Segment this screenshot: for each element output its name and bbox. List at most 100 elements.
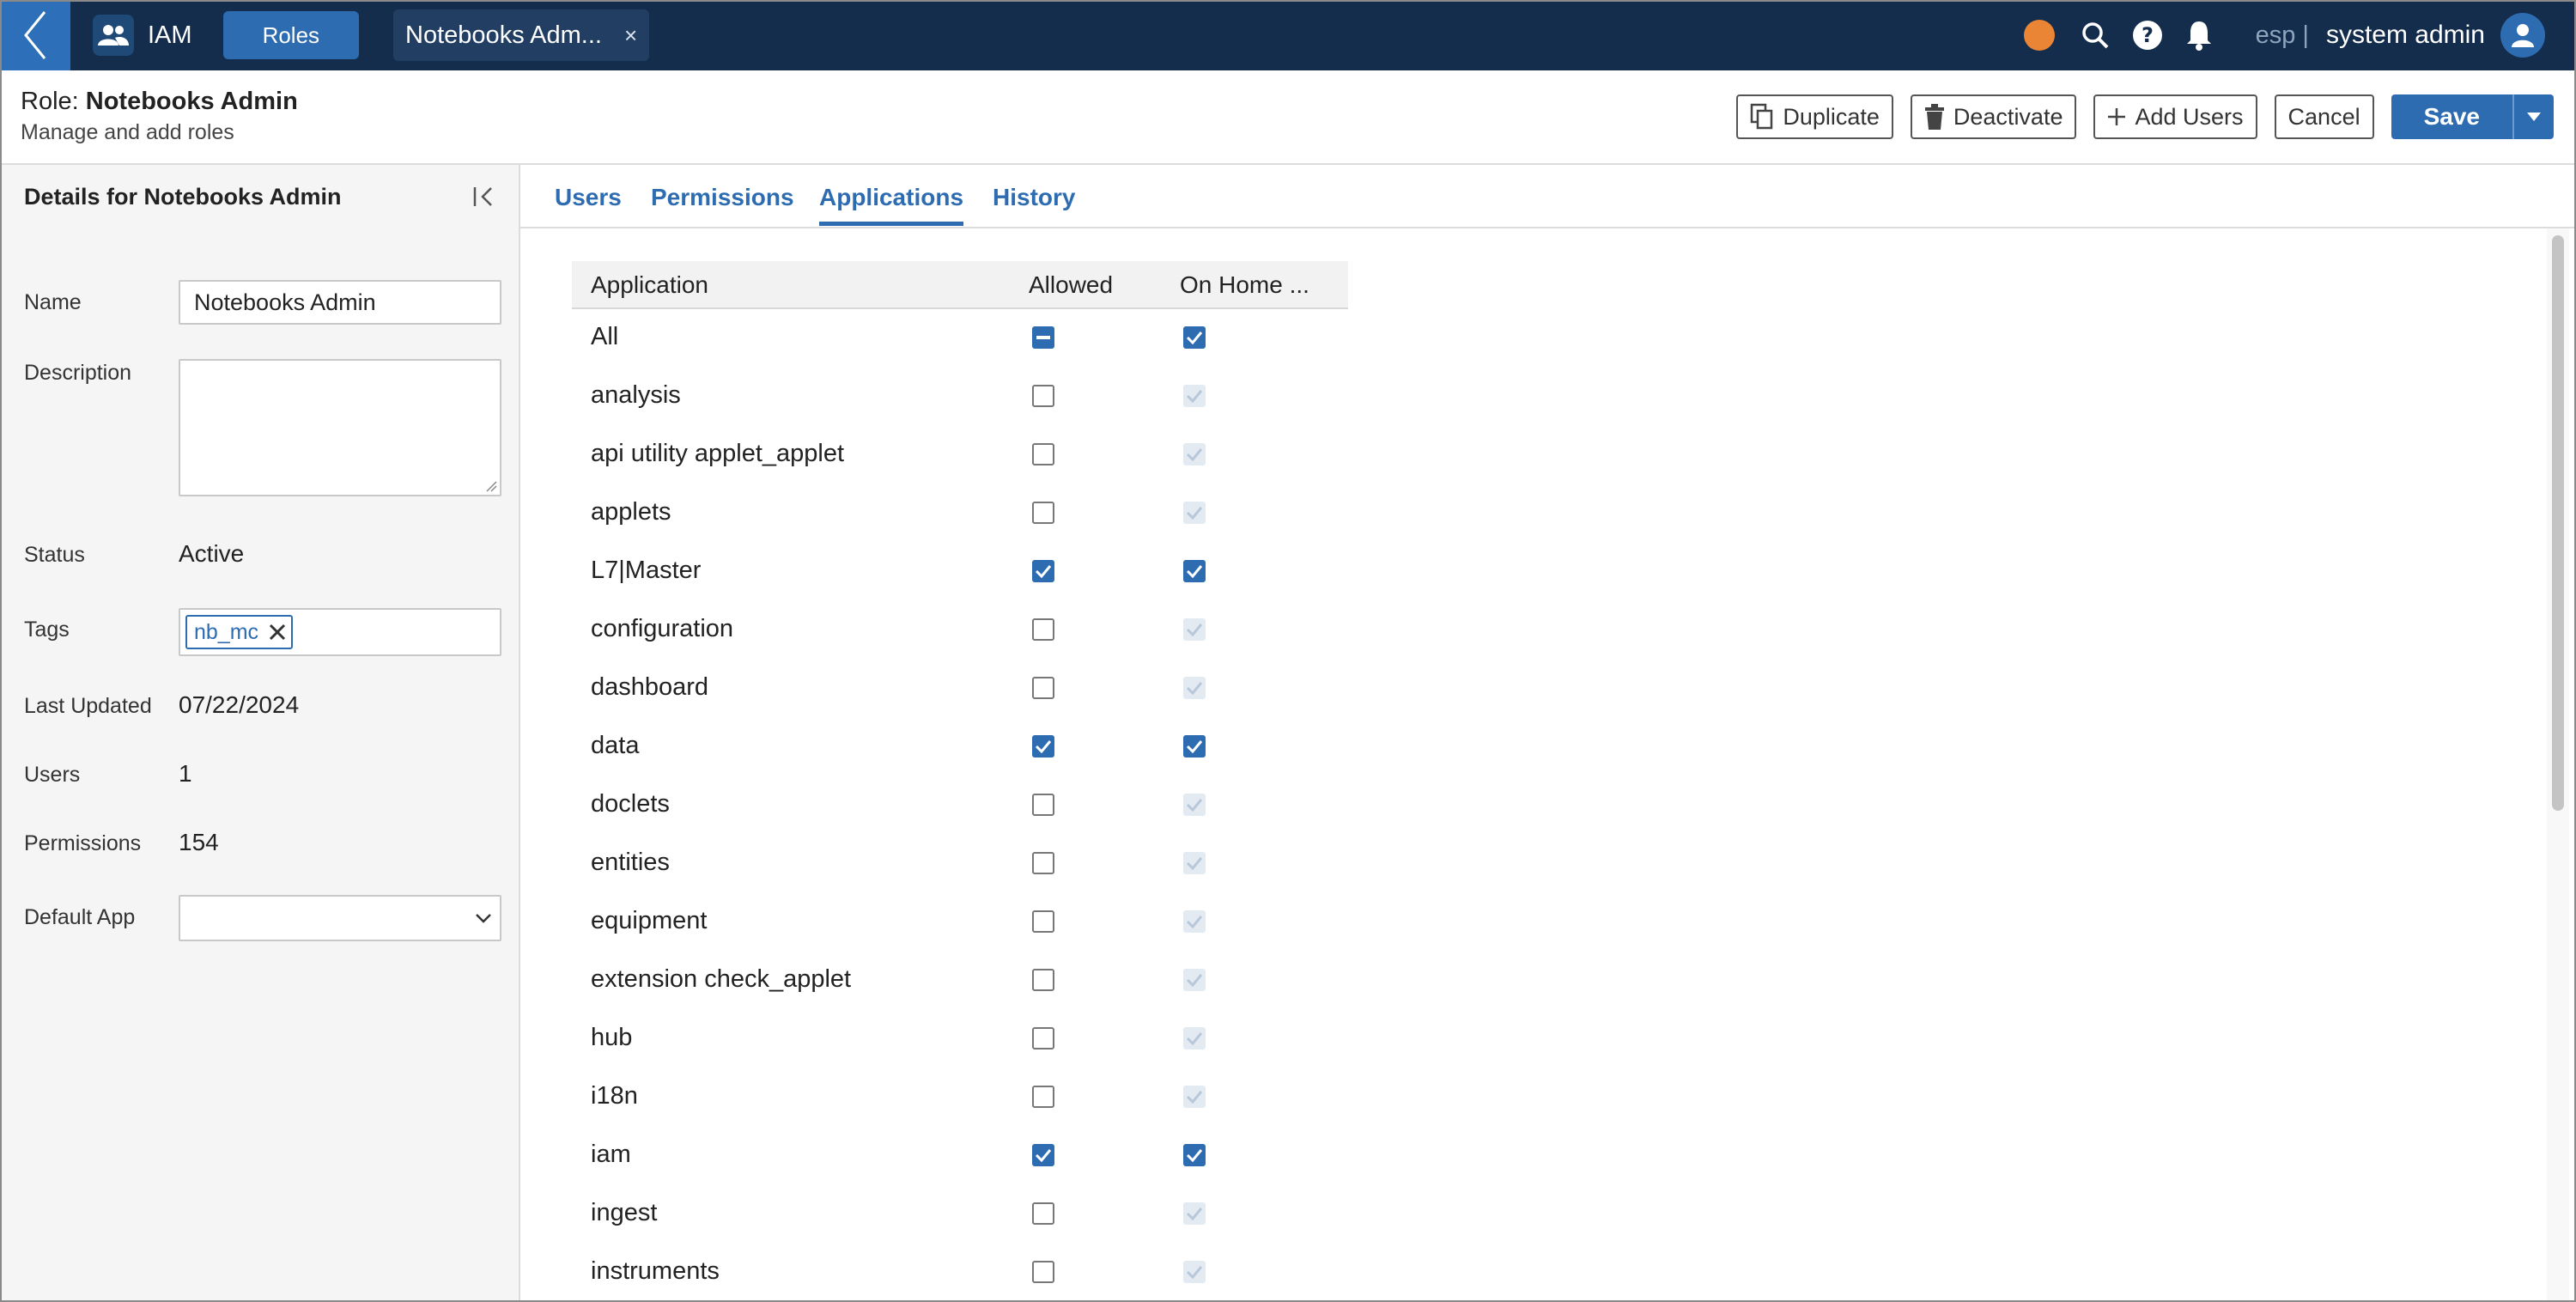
allowed-checkbox[interactable] — [1032, 969, 1054, 991]
avatar[interactable] — [2500, 13, 2545, 58]
application-name: api utility applet_applet — [591, 440, 845, 467]
description-label: Description — [24, 361, 132, 385]
application-name: L7|Master — [591, 557, 702, 584]
on-home-checkbox — [1183, 852, 1206, 874]
default-app-select[interactable] — [179, 895, 501, 941]
remove-tag-icon[interactable] — [269, 624, 286, 641]
tab-permissions[interactable]: Permissions — [651, 184, 794, 222]
application-name: applets — [591, 498, 671, 526]
allowed-checkbox[interactable] — [1032, 735, 1054, 757]
allowed-checkbox[interactable] — [1032, 618, 1054, 641]
chevron-down-icon — [476, 914, 491, 923]
tab-history[interactable]: History — [993, 184, 1075, 222]
top-nav-bar: IAM Roles Notebooks Adm... × ? esp | sys… — [0, 0, 2576, 70]
open-role-tab-label: Notebooks Adm... — [405, 21, 602, 49]
allowed-checkbox[interactable] — [1032, 1027, 1054, 1050]
deactivate-label: Deactivate — [1953, 103, 2063, 130]
table-row: analysis — [572, 366, 1348, 424]
users-count: 1 — [179, 760, 192, 787]
duplicate-button[interactable]: Duplicate — [1736, 94, 1893, 139]
cancel-button[interactable]: Cancel — [2274, 94, 2374, 139]
name-label: Name — [24, 290, 82, 314]
on-home-checkbox — [1183, 618, 1206, 641]
on-home-checkbox[interactable] — [1183, 560, 1206, 582]
table-row: i18n — [572, 1067, 1348, 1125]
deactivate-button[interactable]: Deactivate — [1910, 94, 2077, 139]
allowed-checkbox[interactable] — [1032, 1202, 1054, 1225]
status-indicator — [2023, 20, 2055, 51]
name-field[interactable]: Notebooks Admin — [179, 280, 501, 325]
table-row: extension check_applet — [572, 950, 1348, 1008]
on-home-checkbox[interactable] — [1183, 735, 1206, 757]
application-name: i18n — [591, 1082, 638, 1110]
allowed-checkbox[interactable] — [1032, 502, 1054, 524]
application-name: equipment — [591, 907, 708, 934]
save-options-button[interactable] — [2512, 94, 2554, 139]
roles-button[interactable]: Roles — [222, 11, 360, 59]
collapse-panel-icon[interactable] — [472, 186, 496, 212]
table-row: entities — [572, 833, 1348, 891]
column-application[interactable]: Application — [591, 271, 708, 299]
application-name: ingest — [591, 1199, 658, 1226]
save-button[interactable]: Save — [2391, 94, 2512, 139]
last-updated-label: Last Updated — [24, 694, 152, 718]
on-home-checkbox — [1183, 1086, 1206, 1108]
tags-label: Tags — [24, 618, 70, 642]
scrollbar-thumb[interactable] — [2552, 235, 2564, 811]
table-row: L7|Master — [572, 541, 1348, 599]
chevron-left-icon — [24, 11, 46, 59]
back-button[interactable] — [0, 0, 70, 70]
default-app-label: Default App — [24, 905, 136, 929]
allowed-checkbox[interactable] — [1032, 326, 1054, 349]
allowed-checkbox[interactable] — [1032, 794, 1054, 816]
on-home-checkbox — [1183, 794, 1206, 816]
application-name: configuration — [591, 615, 734, 642]
help-icon[interactable]: ? — [2132, 20, 2163, 51]
permissions-label: Permissions — [24, 831, 142, 855]
close-tab-icon[interactable]: × — [624, 22, 637, 49]
table-header: Application Allowed On Home ... — [572, 261, 1348, 309]
on-home-checkbox — [1183, 443, 1206, 465]
on-home-checkbox — [1183, 502, 1206, 524]
role-name: Notebooks Admin — [85, 88, 298, 115]
duplicate-label: Duplicate — [1783, 103, 1880, 130]
app-label: IAM — [148, 21, 192, 49]
on-home-checkbox[interactable] — [1183, 326, 1206, 349]
tag-label: nb_mc — [194, 619, 259, 644]
search-icon[interactable] — [2081, 21, 2110, 50]
allowed-checkbox[interactable] — [1032, 560, 1054, 582]
allowed-checkbox[interactable] — [1032, 385, 1054, 407]
application-name: iam — [591, 1141, 631, 1168]
tab-users[interactable]: Users — [555, 184, 622, 222]
allowed-checkbox[interactable] — [1032, 677, 1054, 699]
allowed-checkbox[interactable] — [1032, 910, 1054, 933]
allowed-checkbox[interactable] — [1032, 1261, 1054, 1283]
allowed-checkbox[interactable] — [1032, 852, 1054, 874]
on-home-checkbox[interactable] — [1183, 1144, 1206, 1166]
column-on-home[interactable]: On Home ... — [1180, 271, 1309, 299]
tag-chip: nb_mc — [185, 615, 294, 649]
application-name: hub — [591, 1024, 633, 1051]
page-subtitle: Manage and add roles — [21, 120, 234, 144]
plus-icon — [2108, 108, 2126, 125]
table-row: instruments — [572, 1242, 1348, 1300]
allowed-checkbox[interactable] — [1032, 443, 1054, 465]
table-row: ingest — [572, 1183, 1348, 1242]
notification-bell-icon[interactable] — [2185, 20, 2213, 51]
details-panel: Details for Notebooks Admin Name Noteboo… — [0, 165, 520, 1302]
allowed-checkbox[interactable] — [1032, 1086, 1054, 1108]
allowed-checkbox[interactable] — [1032, 1144, 1054, 1166]
tab-applications[interactable]: Applications — [819, 184, 964, 226]
application-name: extension check_applet — [591, 965, 852, 993]
status-value: Active — [179, 540, 245, 567]
language-selector[interactable]: esp | — [2256, 21, 2309, 50]
description-field[interactable] — [179, 359, 501, 496]
table-row: equipment — [572, 891, 1348, 950]
column-allowed[interactable]: Allowed — [1029, 271, 1113, 299]
app-switcher[interactable]: IAM — [89, 9, 211, 61]
add-users-button[interactable]: Add Users — [2093, 94, 2257, 139]
open-role-tab[interactable]: Notebooks Adm... × — [393, 9, 650, 61]
tags-input[interactable]: nb_mc — [179, 608, 501, 656]
resize-handle-icon[interactable] — [485, 480, 497, 492]
user-name[interactable]: system admin — [2326, 21, 2485, 50]
